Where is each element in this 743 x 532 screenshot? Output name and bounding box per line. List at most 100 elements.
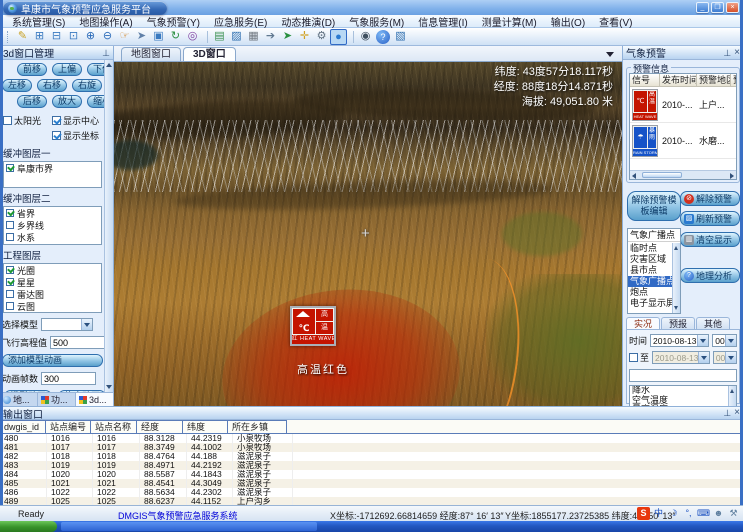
element-filter-input[interactable] [629,369,737,382]
punctuation-icon[interactable]: °, [682,507,695,520]
date-combo[interactable]: 2010-08-13 [650,334,709,347]
layer-item[interactable]: 省界 [4,207,101,219]
sunlight-checkbox[interactable]: 太阳光 [3,114,41,127]
vertical-scrollbar[interactable] [104,60,113,392]
flight-elevation-input[interactable] [50,336,105,349]
scroll-up-icon[interactable] [674,246,678,250]
layer-item[interactable]: 云图 [4,300,101,312]
hour-combo[interactable]: 00 [712,334,737,347]
column-header[interactable]: 站点名称 [90,420,137,433]
menu-item[interactable]: 气象服务(M) [342,14,411,29]
lang-chinese-icon[interactable]: 中 [652,507,665,520]
frame-count-input[interactable] [41,372,96,385]
nav-button[interactable]: 放大 [52,95,82,108]
pan-icon[interactable]: ☞ [116,29,133,45]
scroll-down-icon[interactable] [674,306,678,310]
menu-item[interactable]: 动态推演(D) [274,14,342,29]
scroll-up-icon[interactable] [106,63,112,67]
scroll-down-icon[interactable] [106,385,112,389]
close-icon[interactable]: × [734,48,740,58]
point-type-value[interactable]: 气象广播点 [628,229,680,242]
point-type-item[interactable]: 县市点 [628,265,672,276]
eye-icon[interactable]: ◉ [357,29,374,45]
toolbar-separator[interactable] [347,31,354,43]
tab-3d-window[interactable]: 3D窗口 [183,47,236,61]
menu-item[interactable]: 系统管理(S) [5,14,72,29]
scroll-left-icon[interactable] [632,173,636,179]
nav-button[interactable]: 上偏 [52,63,82,76]
vertical-scrollbar[interactable] [672,243,680,313]
show-center-checkbox[interactable]: 显示中心 [52,114,99,127]
show-coords-checkbox[interactable]: 显示坐标 [52,129,99,142]
print-icon[interactable]: ▦ [245,29,262,45]
refresh-icon[interactable]: ↻ [167,29,184,45]
warning-row-heatwave[interactable]: ℃ 高温 HEAT WAVE 2010-... 上户... [630,87,736,123]
key-icon[interactable]: ✛ [296,29,313,45]
column-header[interactable]: 所在乡镇 [227,420,287,433]
help-icon[interactable]: ? [376,30,390,44]
table-row[interactable]: 481 1017 1017 88.3749 44.1002 小泉牧场 [0,443,743,452]
nav-button[interactable]: 前移 [17,63,47,76]
pin-icon[interactable]: ⊥ [723,408,731,418]
menu-item[interactable]: 查看(V) [592,14,639,29]
table-row[interactable]: 484 1020 1020 88.5587 44.1843 滋泥泉子 [0,470,743,479]
point-type-item[interactable]: 炮点 [628,287,672,298]
table-row[interactable]: 485 1021 1021 88.4541 44.3049 滋泥泉子 [0,479,743,488]
identify-icon[interactable]: ◎ [184,29,201,45]
menu-item[interactable]: 输出(O) [544,14,592,29]
clear-display-button[interactable]: ▥ 清空显示 [680,232,740,247]
column-header[interactable]: 纬度 [182,420,228,433]
layer-item[interactable]: 雷达图 [4,288,101,300]
table-row[interactable]: 486 1022 1022 88.5634 44.2302 滋泥泉子 [0,488,743,497]
soft-keyboard-icon[interactable]: ⌨ [697,507,710,520]
column-header[interactable]: 经度 [136,420,183,433]
table-row[interactable]: 480 1016 1016 88.3128 44.2319 小泉牧场 [0,434,743,443]
menu-item[interactable]: 气象预警(Y) [140,14,207,29]
tab-functions[interactable]: 功... [38,393,76,406]
remove-warning-button[interactable]: ⊘ 解除预警 [680,191,740,206]
table-row[interactable]: 483 1019 1019 88.4971 44.2192 滋泥泉子 [0,461,743,470]
ime-moon-icon[interactable]: ☽ [667,507,680,520]
pin-icon[interactable]: ⊥ [102,48,110,58]
point-type-item[interactable]: 电子显示屏点 [628,298,672,309]
menu-item[interactable]: 地图操作(A) [72,14,139,29]
layer-item[interactable]: 乡界线 [4,219,101,231]
taskbar-item[interactable] [61,522,317,531]
nav-button[interactable]: 右移 [37,79,67,92]
tab-map-layers[interactable]: 地... [0,393,38,406]
nav-button[interactable]: 右旋 [72,79,102,92]
zoom-select-icon[interactable]: ⊡ [65,29,82,45]
nav-button[interactable]: 左移 [2,79,32,92]
point-type-item[interactable]: 灾害区域 [628,254,672,265]
refresh-warning-button[interactable]: ▨ 刷新预警 [680,211,740,226]
snapshot-icon[interactable]: ▧ [392,29,409,45]
select-arrow-icon[interactable]: ➤ [133,29,150,45]
export-icon[interactable]: ➔ [262,29,279,45]
settings-gear-icon[interactable]: ⚙ [313,29,330,45]
zoom-previous-icon[interactable]: ⊟ [48,29,65,45]
horizontal-scrollbar[interactable] [630,170,736,179]
close-button[interactable]: × [726,2,739,13]
restore-button[interactable]: ❐ [711,2,724,13]
globe-3d-icon[interactable]: ● [330,29,347,45]
menu-item[interactable]: 应急服务(E) [207,14,274,29]
tab-map-window[interactable]: 地图窗口 [121,47,181,61]
warning-row-rainstorm[interactable]: ☂ 暴雨 RAIN STORM 2010-... 水磨... [630,123,736,159]
point-type-item[interactable]: 临时点 [628,243,672,254]
zoom-in-icon[interactable]: ⊕ [82,29,99,45]
layer-item[interactable]: 阜康市界 [4,162,101,174]
nav-button[interactable]: 下偏 [87,63,105,76]
close-icon[interactable]: × [734,408,740,418]
to-checkbox[interactable]: 至 [629,351,649,364]
point-type-item[interactable]: 气象广播点 [628,276,672,287]
scroll-right-icon[interactable] [730,173,734,179]
scroll-up-icon[interactable] [730,389,734,393]
layer-item[interactable]: 水系 [4,231,101,243]
layer-item[interactable]: 星星 [4,276,101,288]
toolbar-separator[interactable] [201,31,208,43]
measure-icon[interactable]: ✎ [14,29,31,45]
geo-analysis-button[interactable]: ? 地理分析 [680,268,740,283]
3d-terrain-view[interactable]: 纬度: 43度57分18.117秒 经度: 88度18分14.871秒 海拔: … [114,62,622,406]
nav-button[interactable]: 缩小 [87,95,105,108]
nav-button[interactable]: 后移 [17,95,47,108]
